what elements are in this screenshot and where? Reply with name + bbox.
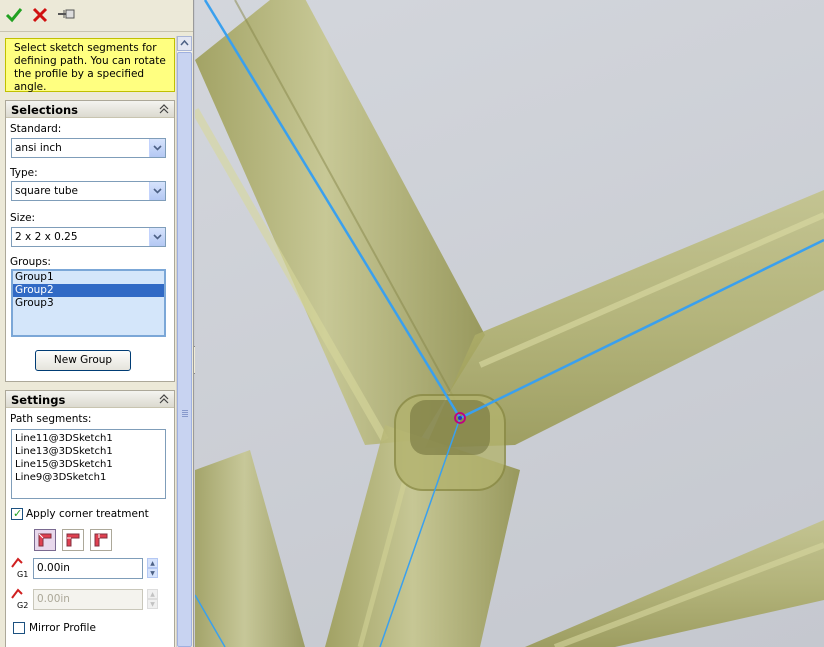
gap2-spinner[interactable]: ▲ ▼ <box>147 589 159 610</box>
corner-treatment-label: Apply corner treatment <box>26 508 149 520</box>
group-item-selected[interactable]: Group2 <box>13 284 164 297</box>
gap-g2-icon: G2 <box>10 588 30 610</box>
gap1-spinner[interactable]: ▲ ▼ <box>147 558 159 579</box>
gap2-input[interactable]: 0.00in <box>33 589 143 610</box>
spin-up-icon[interactable]: ▲ <box>147 589 158 599</box>
selections-section: Selections Standard: ansi inch Type: squ… <box>5 100 175 382</box>
standard-label: Standard: <box>10 123 62 135</box>
standard-select[interactable]: ansi inch <box>11 138 166 158</box>
chevron-down-icon[interactable] <box>149 139 165 157</box>
settings-section: Settings Path segments: Line11@3DSketch1… <box>5 390 175 647</box>
size-label: Size: <box>10 212 36 224</box>
type-value: square tube <box>15 185 79 197</box>
path-segments-list[interactable]: Line11@3DSketch1 Line13@3DSketch1 Line15… <box>11 429 166 499</box>
x-icon[interactable] <box>31 6 49 24</box>
end-miter-button[interactable] <box>34 529 56 551</box>
new-group-button[interactable]: New Group <box>35 350 131 371</box>
settings-header[interactable]: Settings <box>6 391 174 408</box>
list-item[interactable]: Line13@3DSketch1 <box>15 445 162 458</box>
tube-joint[interactable] <box>394 394 506 491</box>
check-icon[interactable] <box>5 6 23 24</box>
group-item[interactable]: Group3 <box>13 297 164 310</box>
end-butt2-button[interactable] <box>90 529 112 551</box>
tube-lower-left[interactable] <box>195 450 305 647</box>
gap1-input[interactable]: 0.00in <box>33 558 143 579</box>
type-select[interactable]: square tube <box>11 181 166 201</box>
spin-down-icon[interactable]: ▼ <box>147 599 158 609</box>
groups-label: Groups: <box>10 256 51 268</box>
groups-list[interactable]: Group1 Group2 Group3 <box>11 269 166 337</box>
tube-lower-right[interactable] <box>525 520 824 647</box>
mirror-profile-checkbox[interactable] <box>13 622 25 634</box>
pushpin-icon[interactable] <box>57 6 75 24</box>
path-segments-label: Path segments: <box>10 413 92 425</box>
check-icon: ✓ <box>13 507 23 520</box>
end-butt1-button[interactable] <box>62 529 84 551</box>
svg-text:G1: G1 <box>17 570 28 579</box>
list-item[interactable]: Line15@3DSketch1 <box>15 458 162 471</box>
type-label: Type: <box>10 167 38 179</box>
chevron-down-icon[interactable] <box>149 228 165 246</box>
panel-scrollbar[interactable] <box>176 36 192 647</box>
graphics-viewport[interactable] <box>195 0 824 647</box>
property-manager-panel: Select sketch segments for defining path… <box>0 0 194 647</box>
scroll-thumb[interactable] <box>177 52 192 647</box>
size-value: 2 x 2 x 0.25 <box>15 231 78 243</box>
list-item[interactable]: Line11@3DSketch1 <box>15 432 162 445</box>
3d-model-view[interactable] <box>195 0 824 647</box>
corner-treatment-checkbox[interactable]: ✓ <box>11 507 23 520</box>
property-toolbar <box>0 0 193 32</box>
svg-text:G2: G2 <box>17 601 28 610</box>
gap-g1-icon: G1 <box>10 557 30 579</box>
spin-up-icon[interactable]: ▲ <box>147 558 158 568</box>
instruction-message: Select sketch segments for defining path… <box>5 38 175 93</box>
collapse-icon[interactable] <box>158 393 170 405</box>
collapse-icon[interactable] <box>158 103 170 115</box>
spin-down-icon[interactable]: ▼ <box>147 568 158 578</box>
selections-header[interactable]: Selections <box>6 101 174 118</box>
group-item[interactable]: Group1 <box>13 271 164 284</box>
settings-title: Settings <box>11 393 66 407</box>
list-item[interactable]: Line9@3DSketch1 <box>15 471 162 484</box>
selections-title: Selections <box>11 103 79 117</box>
size-select[interactable]: 2 x 2 x 0.25 <box>11 227 166 247</box>
standard-value: ansi inch <box>15 142 62 154</box>
chevron-down-icon[interactable] <box>149 182 165 200</box>
mirror-profile-label: Mirror Profile <box>29 622 96 634</box>
scroll-up-button[interactable] <box>177 36 192 51</box>
